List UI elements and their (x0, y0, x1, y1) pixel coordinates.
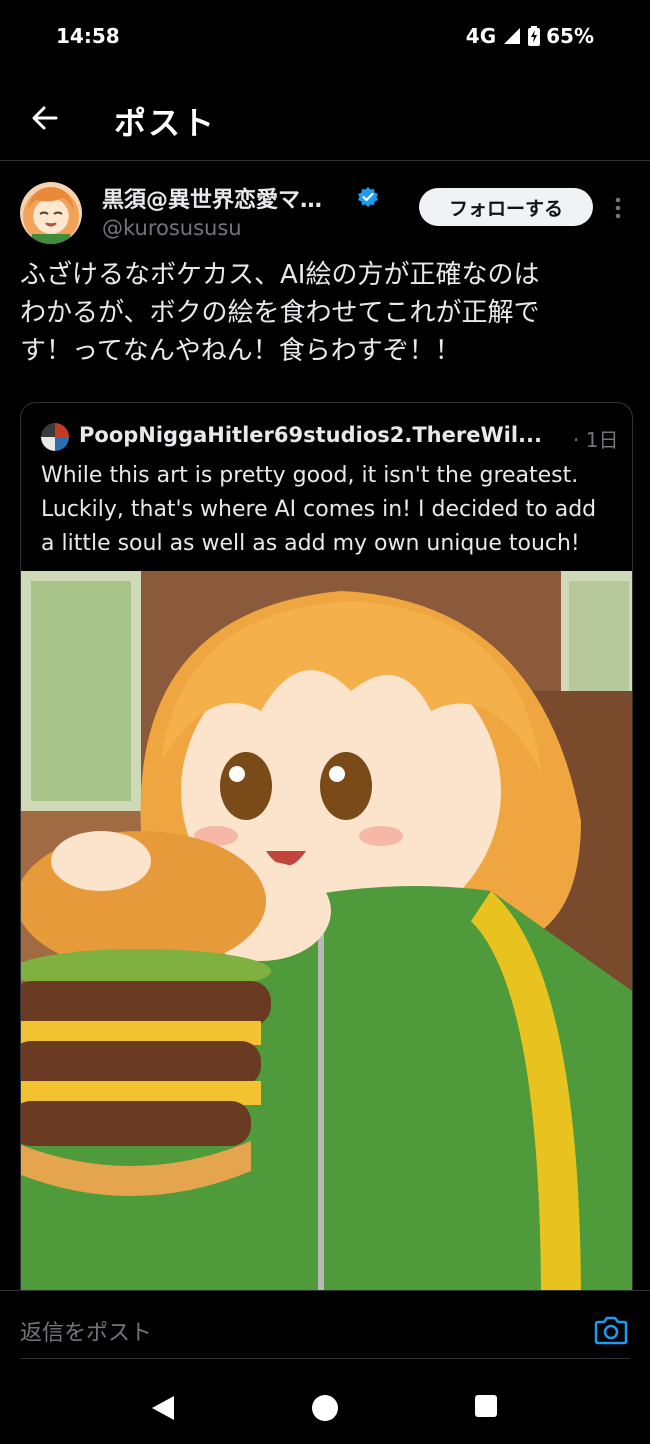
quoted-text-line: While this art is pretty good, it isn't … (41, 463, 579, 488)
app-header: ポスト (0, 80, 650, 161)
tweet-author-row: 黒須@異世界恋愛マ… @kurosususu フォローする (0, 170, 650, 250)
quoted-post-image[interactable] (21, 571, 632, 1303)
quoted-post-card[interactable]: PoopNiggaHitler69studios2.ThereWil... · … (20, 402, 633, 1304)
avatar[interactable] (20, 182, 82, 244)
status-indicators: 4G 65% (466, 24, 594, 48)
reply-input[interactable]: 返信をポスト (20, 1315, 152, 1347)
verified-badge-icon (358, 187, 378, 207)
tweet-text: ふざけるなボケカス、AI絵の方が正確なのは わかるが、ボクの絵を食わせてこれが正… (20, 256, 632, 370)
system-nav-bar (0, 1380, 650, 1444)
network-label: 4G (465, 24, 497, 48)
tweet-text-line: ふざけるなボケカス、AI絵の方が正確なのは (20, 260, 540, 290)
quoted-post-header: PoopNiggaHitler69studios2.ThereWil... · … (41, 421, 621, 453)
divider (20, 1358, 630, 1359)
quoted-post-text: While this art is pretty good, it isn't … (41, 459, 621, 561)
quoted-text-line: Luckily, that's where AI comes in! I dec… (41, 497, 597, 522)
quoted-text-line: a little soul as well as add my own uniq… (41, 531, 580, 556)
user-handle[interactable]: @kurosususu (102, 216, 242, 240)
reply-bar: 返信をポスト (0, 1290, 650, 1361)
tweet-text-line: わかるが、ボクの絵を食わせてこれが正解で (20, 298, 540, 328)
nav-home-icon[interactable] (311, 1394, 339, 1422)
quoted-timestamp: · 1日 (573, 428, 619, 452)
battery-label: 65% (546, 24, 594, 48)
quoted-avatar (41, 423, 69, 451)
status-bar: 14:58 4G 65% (0, 0, 650, 72)
follow-button[interactable]: フォローする (419, 188, 593, 226)
battery-icon (528, 26, 541, 46)
camera-icon[interactable] (594, 1315, 628, 1345)
nav-recents-icon[interactable] (474, 1394, 498, 1418)
quoted-display-name: PoopNiggaHitler69studios2.ThereWil... (79, 423, 542, 447)
signal-icon (504, 28, 521, 44)
tweet-text-line: す！ってなんやねん！食らわすぞ！！ (20, 336, 461, 366)
nav-back-icon[interactable] (150, 1394, 176, 1422)
more-icon[interactable] (608, 194, 628, 222)
display-name[interactable]: 黒須@異世界恋愛マ… (102, 182, 322, 214)
page-title: ポスト (114, 104, 217, 142)
back-arrow-icon[interactable] (26, 98, 66, 138)
status-time: 14:58 (56, 24, 120, 48)
